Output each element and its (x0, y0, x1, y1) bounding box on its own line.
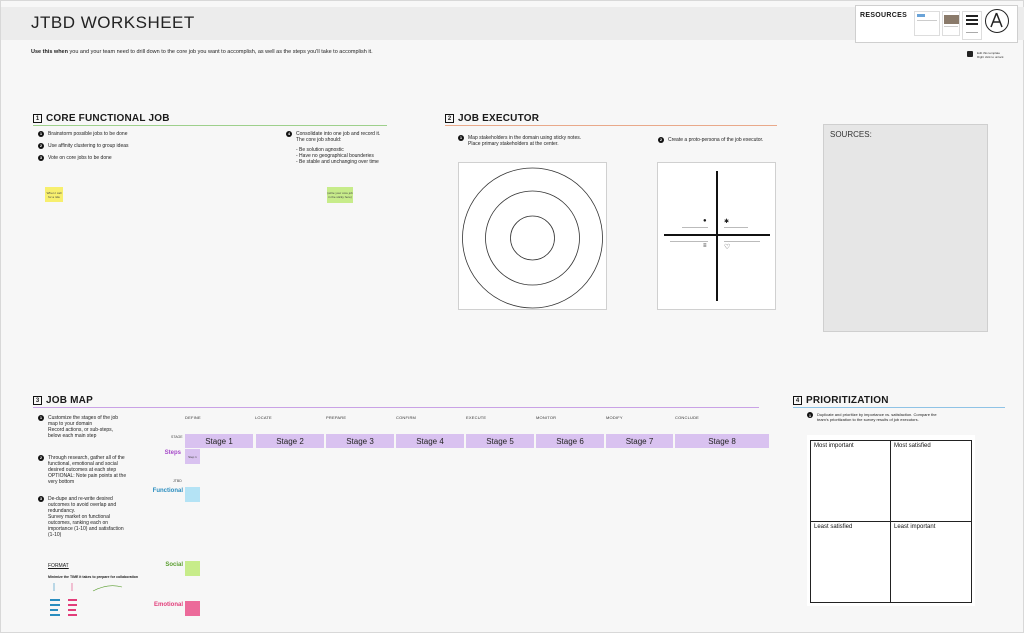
worksheet-title: JTBD WORKSHEET (31, 13, 195, 32)
concentric-circles (462, 167, 603, 309)
stage-box-8[interactable]: Stage 8 (675, 434, 769, 448)
sources-panel[interactable]: SOURCES: (823, 124, 988, 332)
heart-icon: ♡ (724, 244, 731, 251)
cell-most-important[interactable]: Most important (810, 440, 891, 522)
persona-placeholder-line-1 (682, 227, 708, 228)
resource-thumbnail-2[interactable] (942, 11, 960, 36)
col-monitor: MONITOR (536, 415, 557, 420)
col-execute: EXECUTE (466, 415, 487, 420)
stage-row-label: STAGE (171, 435, 183, 439)
format-text: Minimize the TIME it takes to prepare fo… (48, 575, 139, 579)
cell-least-important[interactable]: Least important (890, 521, 972, 603)
notes-icon: ≡ (703, 243, 707, 249)
cfj-step-1: 1 Brainstorm possible jobs to be done (38, 131, 128, 137)
resources-title: RESOURCES (860, 12, 908, 19)
resource-thumbnail-3[interactable] (962, 11, 982, 40)
section-3-rule (33, 407, 759, 408)
footprints-icon: ✱ (724, 219, 730, 225)
executor-step-2: 2 Create a proto-persona of the job exec… (658, 137, 764, 143)
jobmap-instruction-2: 2 Through research, gather all of the fu… (38, 455, 127, 485)
section-job-executor-heading: 2 JOB EXECUTOR (445, 113, 539, 124)
whiteboard-canvas: JTBD WORKSHEET Use this when you and you… (0, 0, 1024, 633)
persona-axes (664, 171, 770, 301)
sources-label: SOURCES: (830, 130, 872, 139)
col-locate: LOCATE (255, 415, 272, 420)
cfj-step-2: 2 Use affinity clustering to group ideas (38, 143, 129, 149)
prioritization-instruction: 1 Duplicate and prioritize by importance… (807, 412, 937, 422)
stage-box-6[interactable]: Stage 6 (536, 434, 604, 448)
row-label-steps: Steps (164, 450, 181, 456)
resource-thumbnail-1[interactable] (914, 11, 940, 36)
jobmap-instruction-3: 3 De-dupe and re-write desired outcomes … (38, 496, 124, 538)
section-1-rule (33, 125, 387, 126)
stage-box-3[interactable]: Stage 3 (326, 434, 394, 448)
jtbd-row-label: JTBD (173, 479, 182, 483)
prioritization-matrix[interactable]: Most important Most satisfied Least sati… (807, 435, 975, 606)
col-define: DEFINE (185, 415, 201, 420)
sticky-social[interactable] (185, 561, 200, 576)
sticky-functional[interactable] (185, 487, 200, 502)
row-label-functional: Functional (152, 488, 183, 494)
persona-placeholder-line-2 (724, 227, 748, 228)
stakeholder-target-diagram[interactable] (458, 162, 607, 310)
stage-box-7[interactable]: Stage 7 (606, 434, 673, 448)
logo-icon (985, 9, 1009, 33)
row-label-emotional: Emotional (153, 602, 183, 608)
stage-box-4[interactable]: Stage 4 (396, 434, 464, 448)
sticky-emotional[interactable] (185, 601, 200, 616)
sticky-step-1[interactable]: Step 1 (185, 449, 200, 464)
sticky-note-core-job[interactable]: (write your core job in the sticky here) (327, 187, 353, 203)
resources-panel[interactable]: RESOURCES (855, 5, 1018, 43)
jobmap-instruction-1: 1 Customize the stages of the job map to… (38, 415, 119, 439)
edit-template-tip: Edit this template Right click to unlock (967, 51, 1007, 59)
edit-icon (967, 51, 973, 57)
executor-step-1: 1 Map stakeholders in the domain using s… (458, 135, 582, 147)
col-confirm: CONFIRM (396, 415, 417, 420)
cfj-step-3: 3 Vote on core jobs to be done (38, 155, 112, 161)
section-core-functional-job-heading: 1 CORE FUNCTIONAL JOB (33, 113, 170, 124)
sticky-note-yellow[interactable]: When I call for a ride (45, 187, 63, 202)
persona-placeholder-line-4 (724, 241, 760, 242)
section-prioritization-heading: 4 PRIORITIZATION (793, 395, 889, 406)
section-job-map-heading: 3 JOB MAP (33, 395, 93, 406)
cfj-step-4: 4 Consolidate into one job and record it… (286, 131, 381, 165)
stage-box-5[interactable]: Stage 5 (466, 434, 534, 448)
format-diagram (50, 583, 123, 616)
row-label-social: Social (165, 562, 183, 568)
stage-box-1[interactable]: Stage 1 (185, 434, 253, 448)
section-2-rule (445, 125, 777, 126)
intro-text: Use this when you and your team need to … (31, 49, 373, 55)
person-icon: ● (703, 218, 707, 224)
col-conclude: CONCLUDE (675, 415, 700, 420)
persona-placeholder-line-3 (670, 241, 708, 242)
cell-least-satisfied[interactable]: Least satisfied (810, 521, 891, 603)
col-modify: MODIFY (606, 415, 623, 420)
proto-persona-quadrant[interactable]: ● ✱ ≡ ♡ (657, 162, 776, 310)
format-label: FORMAT (48, 563, 69, 569)
stage-box-2[interactable]: Stage 2 (256, 434, 324, 448)
section-4-rule (793, 407, 1005, 408)
col-prepare: PREPARE (326, 415, 347, 420)
cell-most-satisfied[interactable]: Most satisfied (890, 440, 972, 522)
